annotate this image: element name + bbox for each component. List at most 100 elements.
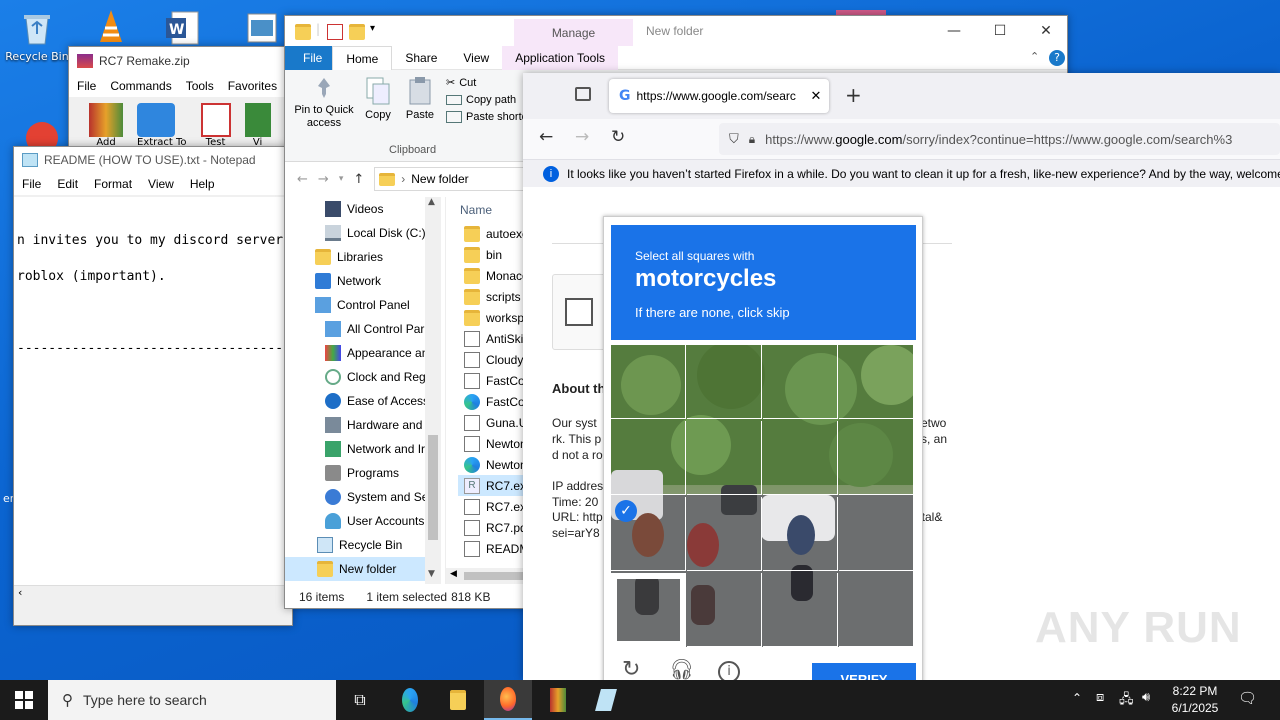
tree-scrollbar[interactable]: ▲ ▼ [425, 197, 441, 584]
tracking-protection-icon[interactable]: ⛉ [729, 131, 739, 147]
file-item[interactable]: READMI [458, 538, 525, 559]
scroll-left-icon[interactable]: ◀ [450, 569, 457, 579]
back-arrow-icon[interactable]: ← [539, 127, 553, 147]
tab-view[interactable]: View [450, 46, 502, 70]
tree-item-user-accounts[interactable]: User Accounts [315, 509, 429, 533]
browser-tab[interactable]: G https://www.google.com/searc ✕ [609, 79, 829, 113]
back-arrow-icon[interactable]: ← [297, 172, 308, 187]
winrar-titlebar[interactable]: RC7 Remake.zip [69, 47, 291, 75]
edge-taskbar-icon[interactable] [386, 680, 434, 720]
vlc-icon[interactable] [96, 8, 126, 46]
up-arrow-icon[interactable]: ↑ [353, 172, 364, 187]
maximize-button[interactable]: ☐ [977, 16, 1023, 46]
notepad-menu-help[interactable]: Help [190, 177, 215, 191]
file-item[interactable]: RC7.pdb [458, 517, 525, 538]
notepad-menu-view[interactable]: View [148, 177, 174, 191]
url-bar[interactable]: ⛉ 🔒︎ https://www.google.com/sorry/index?… [719, 123, 1280, 155]
pin-quick-access-button[interactable]: Pin to Quick access [291, 76, 357, 130]
tab-share[interactable]: Share [392, 46, 450, 70]
notifications-icon[interactable]: 🗨︎ [1238, 689, 1257, 707]
tab-file[interactable]: File [285, 46, 333, 70]
tab-close-icon[interactable]: ✕ [811, 89, 822, 104]
file-item[interactable]: Monaco [458, 265, 525, 286]
captcha-audio-icon[interactable]: 🎧︎ [669, 657, 694, 681]
file-item[interactable]: scripts [458, 286, 525, 307]
tree-item-ease-of-access[interactable]: Ease of Access [315, 389, 429, 413]
tree-item-new-folder[interactable]: New folder [285, 557, 425, 581]
hscroll-thumb[interactable] [464, 572, 524, 580]
tray-app-icon[interactable]: ⧈ [1096, 690, 1104, 705]
captcha-cell[interactable] [687, 573, 762, 647]
new-tab-icon[interactable]: + [845, 83, 862, 107]
quick-access-dropdown-icon[interactable]: ▾ [370, 23, 375, 34]
tree-item-network-internet[interactable]: Network and Ir [315, 437, 429, 461]
file-item[interactable]: workspa [458, 307, 525, 328]
file-item-selected[interactable]: R RC7.exe [458, 475, 525, 496]
file-item[interactable]: bin [458, 244, 525, 265]
captcha-cell[interactable] [839, 497, 913, 571]
winrar-menu-file[interactable]: File [77, 79, 96, 93]
captcha-cell[interactable] [611, 421, 686, 495]
file-item[interactable]: RC7.exe [458, 496, 525, 517]
explorer-titlebar[interactable]: | ▾ Manage New folder — ☐ ✕ [285, 16, 1067, 46]
file-item[interactable]: Newtons [458, 454, 525, 475]
notepad-hscrollbar[interactable]: ‹ [14, 585, 292, 601]
captcha-cell[interactable] [839, 345, 913, 419]
tree-item-programs[interactable]: Programs [315, 461, 429, 485]
tree-item-network[interactable]: Network [315, 269, 429, 293]
tree-item-appearance[interactable]: Appearance an [315, 341, 429, 365]
notepad-titlebar[interactable]: README (HOW TO USE).txt - Notepad [14, 147, 292, 173]
winrar-view-button[interactable]: Vi [244, 103, 271, 148]
captcha-cell[interactable] [839, 573, 913, 647]
winrar-add-button[interactable]: Add [89, 103, 123, 148]
image-file-icon[interactable] [246, 12, 278, 44]
close-button[interactable]: ✕ [1023, 16, 1067, 46]
scroll-up-icon[interactable]: ▲ [428, 197, 435, 207]
winrar-test-button[interactable]: Test [200, 103, 231, 148]
tree-item-hardware[interactable]: Hardware and [315, 413, 429, 437]
forward-arrow-icon[interactable]: → [318, 172, 329, 187]
taskbar-search-box[interactable]: ⚲ Type here to search [48, 680, 336, 720]
winrar-menu-commands[interactable]: Commands [110, 79, 171, 93]
winrar-menu-favorites[interactable]: Favorites [228, 79, 277, 93]
captcha-cell[interactable] [687, 497, 762, 571]
captcha-cell[interactable] [839, 421, 913, 495]
captcha-cell[interactable] [687, 421, 762, 495]
chrome-like-icon[interactable] [22, 116, 62, 154]
captcha-cell[interactable] [763, 345, 838, 419]
captcha-cell[interactable] [611, 345, 686, 419]
task-view-icon[interactable]: ⧉ [336, 680, 384, 720]
clock[interactable]: 8:22 PM 6/1/2025 [1166, 683, 1224, 717]
file-item[interactable]: FastColo [458, 370, 525, 391]
paste-button[interactable]: Paste [401, 76, 439, 121]
winrar-taskbar-icon[interactable] [534, 680, 582, 720]
winrar-extract-button[interactable]: Extract To [137, 103, 187, 148]
notepad-taskbar-icon[interactable] [582, 680, 630, 720]
file-explorer-taskbar-icon[interactable] [434, 680, 482, 720]
captcha-cell[interactable] [763, 421, 838, 495]
forward-arrow-icon[interactable]: → [575, 127, 589, 147]
network-tray-icon[interactable]: 🖧︎ [1119, 690, 1134, 712]
tree-item-libraries[interactable]: Libraries [315, 245, 429, 269]
manage-contextual-tab[interactable]: Manage [514, 19, 633, 46]
file-item[interactable]: FastColo [458, 391, 525, 412]
tab-application-tools[interactable]: Application Tools [502, 46, 619, 70]
tree-item-clock[interactable]: Clock and Regi [315, 365, 429, 389]
recaptcha-checkbox[interactable] [565, 298, 593, 326]
properties-icon[interactable] [327, 24, 343, 40]
reload-icon[interactable]: ↻ [611, 127, 625, 147]
notepad-menu-file[interactable]: File [22, 177, 41, 191]
tree-item-all-control-panel[interactable]: All Control Par [315, 317, 429, 341]
lock-icon[interactable]: 🔒︎ [749, 132, 755, 147]
tree-item-recycle-bin[interactable]: Recycle Bin [315, 533, 429, 557]
tab-home[interactable]: Home [332, 46, 393, 70]
tree-item-system[interactable]: System and Se [315, 485, 429, 509]
notepad-menu-format[interactable]: Format [94, 177, 132, 191]
tree-item-videos[interactable]: Videos [315, 197, 429, 221]
new-folder-icon[interactable] [349, 24, 365, 40]
firefox-taskbar-icon[interactable] [484, 680, 532, 720]
notepad-text-area[interactable]: n invites you to my discord server roblo… [14, 197, 292, 585]
captcha-reload-icon[interactable]: ↻ [622, 657, 640, 682]
winrar-menu-tools[interactable]: Tools [186, 79, 214, 93]
file-item[interactable]: AntiSkid [458, 328, 525, 349]
